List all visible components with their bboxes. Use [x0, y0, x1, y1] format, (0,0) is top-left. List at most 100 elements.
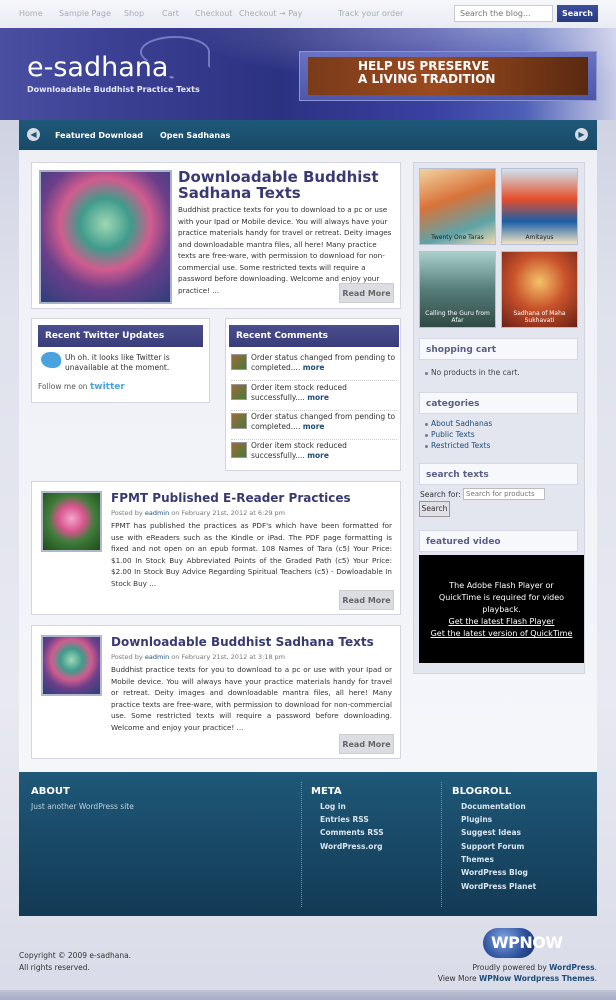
featured-title[interactable]: Downloadable Buddhist Sadhana Texts	[178, 169, 398, 201]
footer-meta-link[interactable]: Entries RSS	[320, 815, 369, 824]
flash-player-link[interactable]: Get the latest Flash Player	[419, 616, 584, 628]
nav-open-sadhanas[interactable]: Open Sadhanas	[160, 131, 230, 140]
header-banner[interactable]: HELP US PRESERVE A LIVING TRADITION	[299, 51, 597, 101]
thumb-caption: Calling the Guru from Afar	[425, 310, 490, 324]
category-link[interactable]: Restricted Texts	[425, 441, 490, 450]
site-tagline: Downloadable Buddhist Practice Texts	[27, 85, 200, 94]
footer-blogroll-link[interactable]: Suggest Ideas	[461, 828, 521, 837]
footer-blogroll-link[interactable]: Support Forum	[461, 842, 524, 851]
thumb-calling-the-guru[interactable]: Calling the Guru from Afar	[419, 251, 496, 328]
top-bar: Home Sample Page Shop Cart Checkout Chec…	[0, 0, 616, 28]
twitter-follow-link[interactable]: twitter	[90, 382, 125, 392]
comment-item: Order status changed from pending to com…	[231, 353, 397, 381]
footer-meta-link[interactable]: Comments RSS	[320, 828, 384, 837]
category-label: Restricted Texts	[431, 441, 491, 450]
wordpress-link[interactable]: WordPress	[549, 963, 594, 972]
nav-featured-download[interactable]: Featured Download	[55, 131, 143, 140]
post-item: FPMT Published E-Reader Practices Posted…	[31, 481, 401, 615]
twitter-widget: Recent Twitter Updates Uh oh. it looks l…	[31, 318, 210, 403]
footer-divider	[301, 782, 302, 907]
comment-avatar	[231, 354, 247, 370]
topnav-sample-page[interactable]: Sample Page	[59, 9, 111, 18]
comment-more-link[interactable]: more	[307, 393, 329, 402]
post-title[interactable]: FPMT Published E-Reader Practices	[111, 491, 351, 505]
post-excerpt: FPMT has published the practices as PDF'…	[111, 521, 392, 588]
logo-text: e-sadhana	[27, 52, 169, 83]
site-header: e-sadhana™ Downloadable Buddhist Practic…	[0, 28, 616, 120]
comment-avatar	[231, 413, 247, 429]
bottom-strip	[0, 990, 616, 1000]
view-more: View More WPNow Wordpress Themes.	[437, 974, 597, 983]
post-title[interactable]: Downloadable Buddhist Sadhana Texts	[111, 635, 374, 649]
wpnow-themes-link[interactable]: WPNow Wordpress Themes	[479, 974, 595, 983]
footer-blogroll-link[interactable]: WordPress Blog	[461, 868, 528, 877]
banner-image: HELP US PRESERVE A LIVING TRADITION	[308, 57, 588, 95]
footer-meta-link[interactable]: Log in	[320, 802, 346, 811]
topnav-checkout-pay[interactable]: Checkout → Pay	[239, 9, 302, 18]
post-thumbnail[interactable]	[41, 635, 102, 696]
post-date: on February 21st, 2012 at 6:29 pm	[171, 509, 285, 517]
footer-blogroll-link[interactable]: Plugins	[461, 815, 492, 824]
comment-more-link[interactable]: more	[307, 451, 329, 460]
bullet-icon	[425, 433, 428, 437]
comment-text-wrap: Order status changed from pending to com…	[251, 353, 397, 373]
topnav-shop[interactable]: Shop	[124, 9, 144, 18]
categories-widget-title: categories	[419, 392, 578, 414]
powered-by-label: Proudly powered by	[472, 963, 547, 972]
featured-image[interactable]	[39, 170, 172, 304]
comment-text: Order item stock reduced successfully...…	[251, 441, 347, 460]
twitter-bird-icon	[41, 352, 61, 368]
quicktime-link[interactable]: Get the latest version of QuickTime	[419, 628, 584, 640]
cart-widget-title: shopping cart	[419, 338, 578, 360]
footer-meta-link[interactable]: WordPress.org	[320, 842, 383, 851]
featured-read-more-button[interactable]: Read More	[339, 283, 394, 303]
logo-trademark: ™	[168, 76, 175, 83]
comment-item: Order item stock reduced successfully...…	[231, 441, 397, 469]
wpnow-logo[interactable]: WPNOW	[483, 928, 597, 958]
post-read-more-button[interactable]: Read More	[339, 590, 394, 610]
view-more-label: View More	[437, 974, 477, 983]
category-label: Public Texts	[431, 430, 475, 439]
twitter-follow-label: Follow me on	[38, 382, 88, 391]
topnav-checkout[interactable]: Checkout	[195, 9, 232, 18]
thumb-amitayus[interactable]: Amitayus	[501, 168, 578, 245]
footer-blogroll-link[interactable]: WordPress Planet	[461, 882, 536, 891]
post-read-more-button[interactable]: Read More	[339, 734, 394, 754]
post-thumbnail[interactable]	[41, 491, 102, 552]
post-excerpt: Buddhist practice texts for you to downl…	[111, 665, 392, 732]
topnav-cart[interactable]: Cart	[162, 9, 179, 18]
rights-line: All rights reserved.	[19, 963, 90, 972]
footer-blogroll-link[interactable]: Documentation	[461, 802, 526, 811]
featured-video-player[interactable]: The Adobe Flash Player or QuickTime is r…	[419, 555, 584, 663]
comment-more-link[interactable]: more	[303, 422, 325, 431]
copyright: Copyright © 2009 e-sadhana. All rights r…	[19, 950, 131, 974]
blog-search-input[interactable]	[454, 5, 553, 22]
footer-blogroll-link[interactable]: Themes	[461, 855, 494, 864]
site-logo[interactable]: e-sadhana™	[27, 52, 174, 83]
category-link[interactable]: Public Texts	[425, 430, 475, 439]
category-link[interactable]: About Sadhanas	[425, 419, 492, 428]
topnav-track-order[interactable]: Track your order	[338, 9, 403, 18]
nav-prev-arrow-icon[interactable]: ◀	[27, 128, 40, 141]
comments-widget-title: Recent Comments	[229, 325, 399, 347]
site-footer: ABOUT Just another WordPress site META L…	[19, 772, 597, 916]
thumb-twenty-one-taras[interactable]: Twenty One Taras	[419, 168, 496, 245]
recent-comments-widget: Recent Comments Order status changed fro…	[225, 318, 401, 471]
comment-avatar	[231, 442, 247, 458]
thumb-caption: Amitayus	[525, 234, 554, 241]
topnav-home[interactable]: Home	[19, 9, 43, 18]
product-search-input[interactable]	[463, 488, 545, 500]
comment-more-link[interactable]: more	[303, 363, 325, 372]
thumb-maha-sukhavati[interactable]: Sadhana of Maha Sukhavati	[501, 251, 578, 328]
post-author-link[interactable]: eadmin	[145, 653, 169, 661]
post-meta: Posted by eadmin on February 21st, 2012 …	[111, 653, 285, 661]
product-search-button[interactable]: Search	[419, 501, 450, 517]
post-author-link[interactable]: eadmin	[145, 509, 169, 517]
post-meta: Posted by eadmin on February 21st, 2012 …	[111, 509, 285, 517]
comment-avatar	[231, 384, 247, 400]
credits: Proudly powered by WordPress. View More …	[430, 962, 597, 984]
search-texts-label: Search for:	[420, 490, 461, 499]
nav-next-arrow-icon[interactable]: ▶	[575, 128, 588, 141]
blog-search-button[interactable]: Search	[557, 5, 598, 22]
thumb-caption: Twenty One Taras	[431, 234, 484, 241]
